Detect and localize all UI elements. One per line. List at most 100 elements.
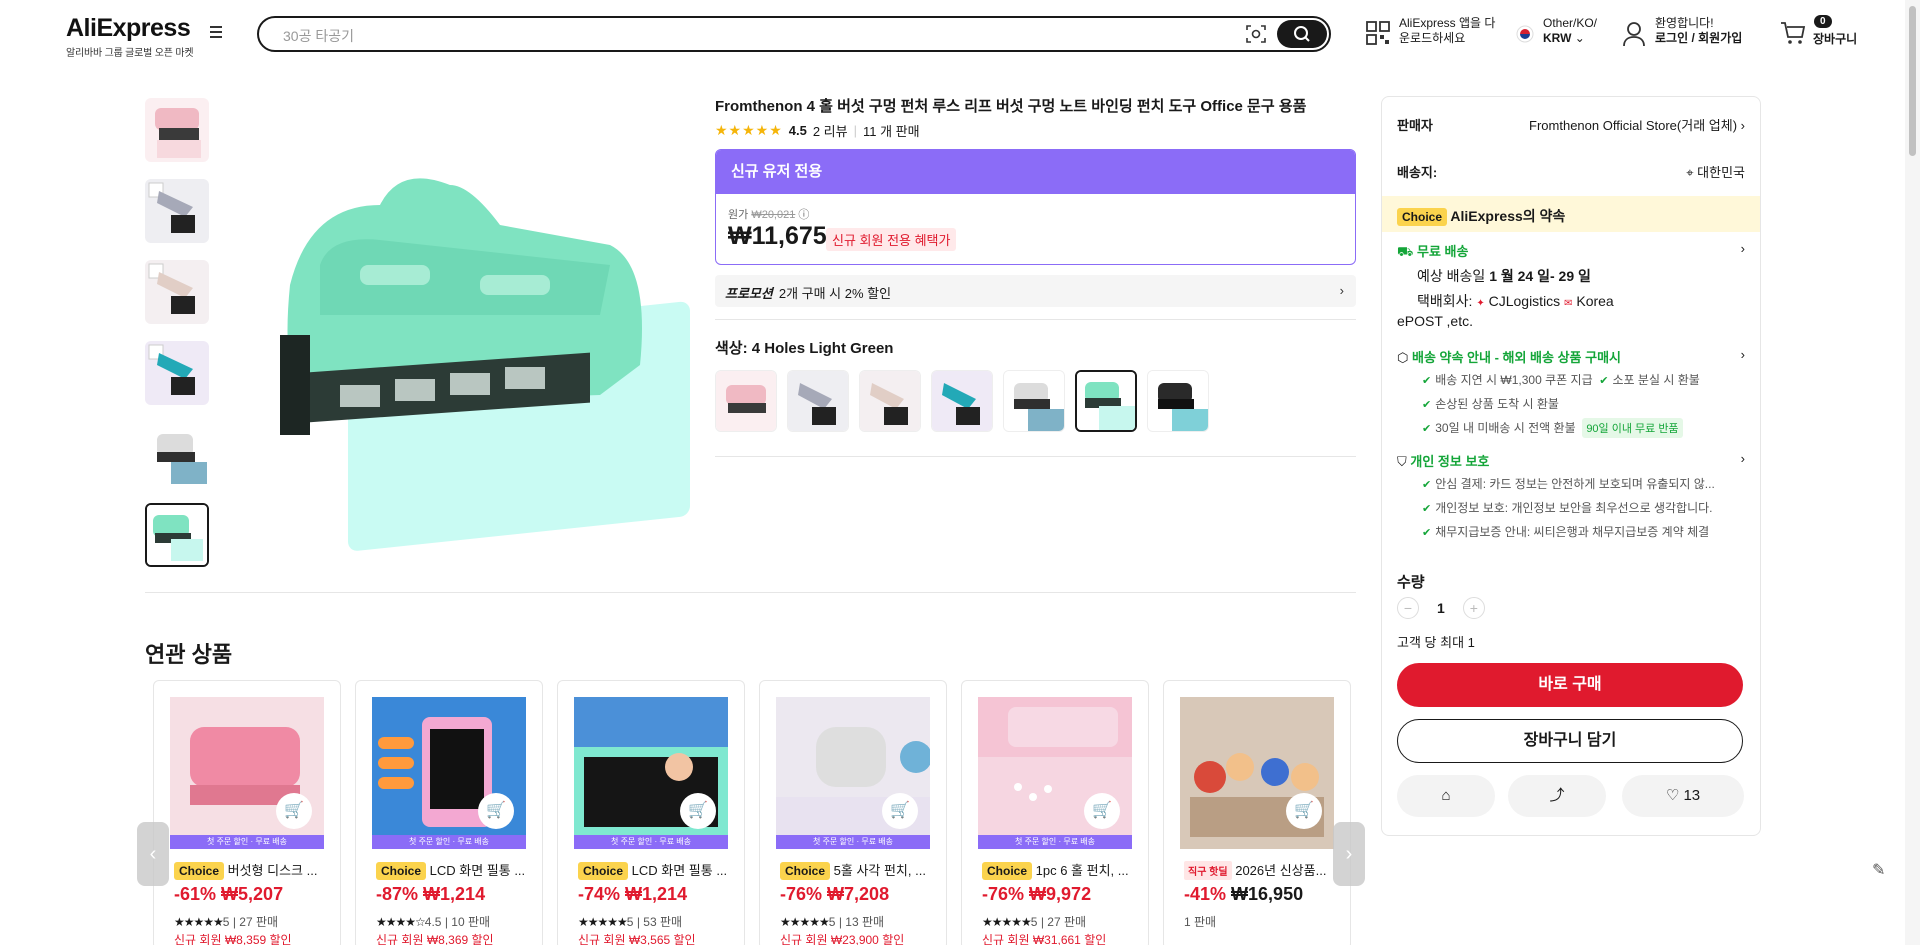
card-stars: ★★★★★ xyxy=(578,915,628,929)
swatch-pink[interactable] xyxy=(715,370,777,432)
region-line1: Other/KO/ xyxy=(1543,16,1598,30)
product-card-image[interactable]: 첫 주문 할인 · 무료 배송 🛒 xyxy=(170,697,324,849)
product-card[interactable]: 🛒 직구 핫딜 2026년 신상품... -41% ₩16,950 1 판매 xyxy=(1163,680,1351,945)
edit-feedback-icon[interactable]: ✎ xyxy=(1872,860,1885,880)
wishlist-button[interactable]: ♡ 13 xyxy=(1622,775,1744,817)
swatch-light-green[interactable] xyxy=(1075,370,1137,432)
account-link[interactable]: 환영합니다! 로그인 / 회원가입 xyxy=(1655,16,1742,46)
card-sold: 10 판매 xyxy=(451,915,491,929)
add-cart-icon[interactable]: 🛒 xyxy=(478,793,514,829)
add-to-cart-button[interactable]: 장바구니 담기 xyxy=(1397,719,1743,763)
add-cart-icon[interactable]: 🛒 xyxy=(680,793,716,829)
store-button[interactable]: ⌂ xyxy=(1397,775,1495,817)
page-scrollbar[interactable] xyxy=(1905,0,1920,945)
card-rating-value: 5 xyxy=(828,915,836,929)
swatch-black[interactable] xyxy=(1147,370,1209,432)
carousel-next-button[interactable]: › xyxy=(1333,822,1365,886)
decrease-button[interactable]: − xyxy=(1397,597,1419,619)
thumbnail-white[interactable] xyxy=(145,422,209,486)
product-card[interactable]: 첫 주문 할인 · 무료 배송 🛒 Choice LCD 화면 필통 ... -8… xyxy=(355,680,543,945)
card-price: -74% ₩1,214 xyxy=(578,884,687,905)
korea-flag-icon xyxy=(1516,25,1534,43)
carrier-label: 택배회사: xyxy=(1417,293,1473,309)
privacy-row[interactable]: ⛉ 개인 정보 보호 › xyxy=(1397,451,1745,470)
add-cart-icon[interactable]: 🛒 xyxy=(276,793,312,829)
card-discount: -74% xyxy=(578,884,621,904)
info-icon[interactable]: ⓘ xyxy=(798,209,809,221)
cart-label[interactable]: 장바구니 xyxy=(1813,32,1857,47)
increase-button[interactable]: + xyxy=(1462,597,1485,619)
share-button[interactable]: ⤴ xyxy=(1508,775,1606,817)
card-rating: ★★★★★5 | 27 판매 xyxy=(174,915,279,929)
orig-price-value: ₩20,021 xyxy=(751,209,796,221)
thumbnail-pink[interactable] xyxy=(145,98,209,162)
product-card-image[interactable]: 첫 주문 할인 · 무료 배송 🛒 xyxy=(776,697,930,849)
check-icon: ✔ xyxy=(1422,527,1432,539)
main-product-image[interactable] xyxy=(270,165,690,560)
card-rating: ★★★★★5 | 13 판매 xyxy=(780,915,885,929)
free-shipping-row[interactable]: ⛟ 무료 배송 › xyxy=(1397,241,1745,262)
cart-icon[interactable] xyxy=(1780,21,1806,45)
logo-subtitle: 알리바바 그룹 글로벌 오픈 마켓 xyxy=(66,48,194,59)
carousel-prev-button[interactable]: ‹ xyxy=(137,822,169,886)
add-cart-icon[interactable]: 🛒 xyxy=(882,793,918,829)
swatch-gray[interactable] xyxy=(787,370,849,432)
privacy-info: 개인정보 보호: 개인정보 보안을 최우선으로 생각합니다. xyxy=(1435,501,1713,515)
new-user-price-box: 신규 유저 전용 원가 ₩20,021 ⓘ ₩11,675 신규 회원 전용 혜… xyxy=(715,149,1356,265)
delivery-promise-row[interactable]: ⬡ 배송 약속 안내 - 해외 배송 상품 구매시 › xyxy=(1397,347,1745,366)
ship-country: 대한민국 xyxy=(1697,165,1745,180)
product-card-image[interactable]: 🛒 xyxy=(1180,697,1334,849)
store-icon: ⌂ xyxy=(1441,787,1451,804)
check-icon: ✔ xyxy=(1422,423,1432,435)
product-card[interactable]: 첫 주문 할인 · 무료 배송 🛒 Choice 1pc 6 홀 펀치, ... … xyxy=(961,680,1149,945)
swatch-teal[interactable] xyxy=(931,370,993,432)
hamburger-menu-icon[interactable] xyxy=(210,26,228,40)
card-promo-strip: 첫 주문 할인 · 무료 배송 xyxy=(574,835,728,849)
app-download-link[interactable]: AliExpress 앱을 다 운로드하세요 xyxy=(1399,16,1495,46)
carrier-cj: CJLogistics xyxy=(1488,293,1561,309)
card-title: Choice 버섯형 디스크 ... xyxy=(174,860,324,880)
ship-destination[interactable]: ⌖ 대한민국 xyxy=(1642,162,1745,181)
swatch-beige[interactable] xyxy=(859,370,921,432)
login-link[interactable]: 로그인 / 회원가입 xyxy=(1655,31,1742,45)
seller-name: Fromthenon Official Store(거래 업체) xyxy=(1529,118,1738,133)
add-cart-icon[interactable]: 🛒 xyxy=(1286,793,1322,829)
choice-badge: Choice xyxy=(982,862,1033,880)
thumbnail-beige[interactable] xyxy=(145,260,209,324)
image-search-icon[interactable] xyxy=(1245,24,1267,44)
card-discount: -76% xyxy=(982,884,1025,904)
product-card[interactable]: 첫 주문 할인 · 무료 배송 🛒 Choice 버섯형 디스크 ... -61%… xyxy=(153,680,341,945)
search-bar[interactable]: 30공 타공기 xyxy=(257,16,1331,52)
privacy-item-2: ✔ 개인정보 보호: 개인정보 보안을 최우선으로 생각합니다. xyxy=(1422,499,1712,516)
review-count[interactable]: 2 리뷰 xyxy=(813,121,848,140)
divider xyxy=(145,592,1356,593)
promotion-row[interactable]: 프로모션 2개 구매 시 2% 할인 › xyxy=(715,275,1356,307)
korea-post-icon: ✉ xyxy=(1564,298,1573,309)
seller-link[interactable]: Fromthenon Official Store(거래 업체) › xyxy=(1500,115,1745,134)
thumbnail-teal[interactable] xyxy=(145,341,209,405)
search-input[interactable]: 30공 타공기 xyxy=(283,26,354,46)
chevron-right-icon: › xyxy=(1740,451,1745,466)
buy-now-button[interactable]: 바로 구매 xyxy=(1397,663,1743,707)
thumbnail-light-green[interactable] xyxy=(145,503,209,567)
product-card-image[interactable]: 첫 주문 할인 · 무료 배송 🛒 xyxy=(978,697,1132,849)
region-currency-selector[interactable]: Other/KO/ KRW ⌄ xyxy=(1543,16,1597,46)
add-cart-icon[interactable]: 🛒 xyxy=(1084,793,1120,829)
divider xyxy=(715,319,1356,320)
product-card-image[interactable]: 첫 주문 할인 · 무료 배송 🛒 xyxy=(372,697,526,849)
quantity-value[interactable]: 1 xyxy=(1437,600,1445,616)
card-stars: ★★★★★ xyxy=(780,915,830,929)
choice-badge: Choice xyxy=(376,862,427,880)
product-card-image[interactable]: 첫 주문 할인 · 무료 배송 🛒 xyxy=(574,697,728,849)
product-card[interactable]: 첫 주문 할인 · 무료 배송 🛒 Choice 5홀 사각 펀치, ... -7… xyxy=(759,680,947,945)
aliexpress-logo[interactable]: AliExpress 알리바바 그룹 글로벌 오픈 마켓 xyxy=(66,14,194,59)
card-stars: ★★★★★ xyxy=(174,915,224,929)
scrollbar-thumb[interactable] xyxy=(1909,6,1916,156)
product-card[interactable]: 첫 주문 할인 · 무료 배송 🛒 Choice LCD 화면 필통 ... -7… xyxy=(557,680,745,945)
search-button[interactable] xyxy=(1277,20,1327,48)
eta-dates: 1 월 24 일- 29 일 xyxy=(1489,268,1591,284)
thumbnail-gray[interactable] xyxy=(145,179,209,243)
shield-check-icon: ⛉ xyxy=(1397,454,1407,469)
swatch-white[interactable] xyxy=(1003,370,1065,432)
truck-icon: ⛟ xyxy=(1397,244,1414,259)
